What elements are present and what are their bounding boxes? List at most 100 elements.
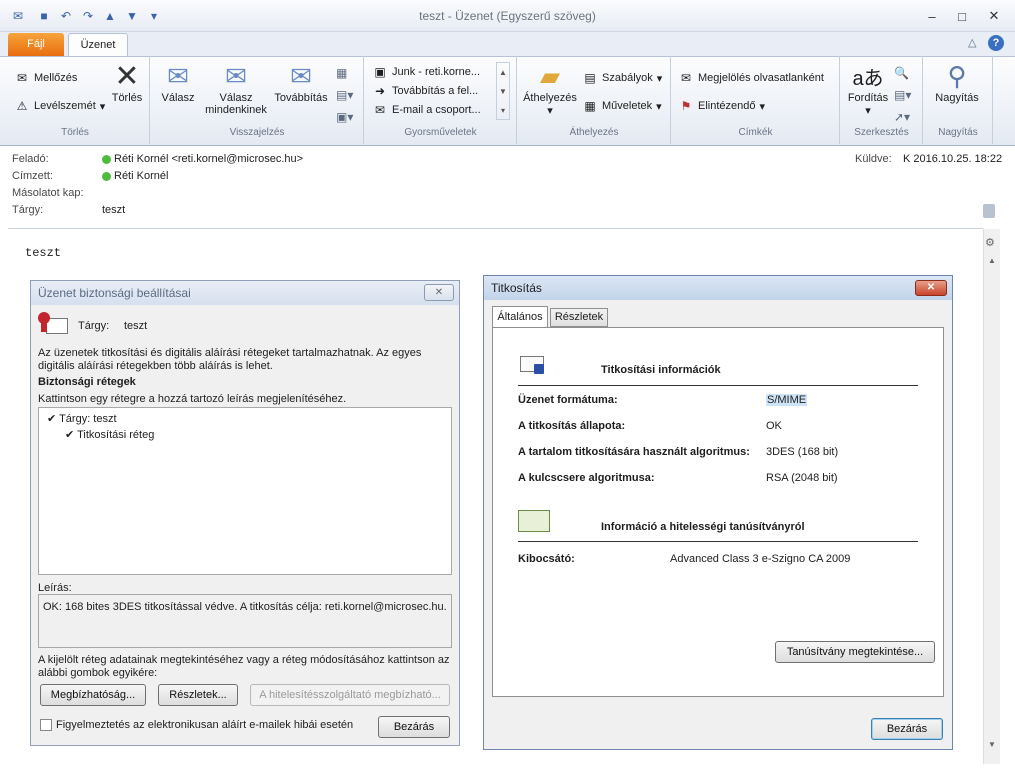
layers-tree[interactable]: ✔ Tárgy: teszt ✔ Titkosítási réteg — [38, 407, 452, 575]
body-text: teszt — [25, 246, 62, 260]
divider — [518, 385, 918, 386]
respond-more-icons[interactable]: ▦ ▤▾ ▣▾ — [336, 62, 353, 128]
sec-intro: Az üzenetek titkosítási és digitális alá… — [38, 347, 456, 373]
translate-button[interactable]: aあ Fordítás ▾ — [844, 60, 892, 118]
tab-message[interactable]: Üzenet — [68, 33, 128, 57]
help-icon[interactable]: ? — [988, 35, 1004, 51]
rules-icon: ▤ — [584, 71, 596, 85]
tab-details[interactable]: Részletek — [550, 308, 608, 327]
sec-subject-label: Tárgy: — [78, 320, 110, 332]
encryption-info-heading: Titkosítási információk — [601, 364, 721, 376]
to-value[interactable]: Réti Kornél — [102, 170, 168, 182]
security-close-button[interactable]: Bezárás — [378, 716, 450, 738]
delete-button[interactable]: ✕ Törlés — [106, 59, 148, 105]
rules-button[interactable]: ▤ Szabályok ▾ — [582, 70, 662, 86]
encryption-lock-icon — [520, 354, 546, 376]
tab-file[interactable]: Fájl — [8, 33, 64, 56]
quick-step-item[interactable]: ✉ E-mail a csoport... — [372, 100, 500, 119]
description-text: OK: 168 bites 3DES titkosítással védve. … — [43, 601, 447, 613]
quick-step-label: Továbbítás a fel... — [392, 84, 479, 97]
scroll-up-icon[interactable]: ▲ — [985, 256, 999, 268]
dropdown-icon: ▾ — [865, 105, 871, 117]
dropdown-icon: ▾ — [656, 72, 663, 85]
warn-checkbox[interactable] — [40, 719, 52, 731]
reply-all-label-1: Válasz — [219, 92, 253, 104]
move-button[interactable]: ▰ Áthelyezés ▾ — [522, 60, 578, 118]
tree-item-encryption-layer[interactable]: ✔ Titkosítási réteg — [65, 428, 154, 441]
minimize-button[interactable]: – — [918, 6, 946, 26]
sec-intro-line: Az üzenetek titkosítási és digitális alá… — [38, 347, 422, 359]
delete-label: Törlés — [111, 92, 143, 104]
dropdown-icon: ▾ — [656, 100, 662, 113]
trust-button[interactable]: Megbízhatóság... — [40, 684, 146, 706]
layers-hint: Kattintson egy rétegre a hozzá tartozó l… — [38, 393, 347, 405]
actions-label: Műveletek — [602, 100, 653, 112]
forward-step-icon: ➜ — [374, 83, 386, 98]
encryption-dialog-close-button[interactable]: ✕ — [915, 280, 947, 296]
to-text: Réti Kornél — [114, 170, 169, 182]
scroll-down-icon[interactable]: ▼ — [985, 740, 999, 752]
reply-button[interactable]: ✉ Válasz — [156, 60, 200, 105]
ca-trust-button[interactable]: A hitelesítésszolgáltató megbízható... — [250, 684, 450, 706]
ignore-button[interactable]: ✉ Mellőzés — [14, 70, 77, 86]
mark-unread-button[interactable]: ✉ Megjelölés olvasatlanként — [678, 70, 824, 86]
key-exchange-value: RSA (2048 bit) — [766, 472, 838, 484]
dropdown-icon: ▾ — [547, 105, 553, 117]
details-button[interactable]: Részletek... — [158, 684, 238, 706]
status-label: A titkosítás állapota: — [518, 420, 626, 432]
edit-more-icons[interactable]: 🔍 ▤▾ ➚▾ — [894, 62, 911, 128]
buttons-hint: A kijelölt réteg adatainak megtekintéséh… — [38, 654, 456, 680]
sent-value: K 2016.10.25. 18:22 — [903, 153, 1003, 165]
encryption-close-button[interactable]: Bezárás — [871, 718, 943, 740]
delete-x-icon: ✕ — [114, 59, 140, 93]
dropdown-icon: ▾ — [99, 100, 106, 113]
certificate-info-heading: Információ a hitelességi tanúsítványról — [601, 521, 805, 533]
minimize-ribbon-icon[interactable]: △ — [968, 36, 976, 49]
email-group-icon: ✉ — [374, 102, 386, 117]
quick-step-label: E-mail a csoport... — [392, 103, 481, 116]
quick-step-item[interactable]: ➜ Továbbítás a fel... — [372, 81, 500, 100]
close-button[interactable]: ✕ — [980, 6, 1008, 26]
warn-checkbox-label: Figyelmeztetés az elektronikusan aláírt … — [56, 719, 354, 731]
subject-label: Tárgy: — [12, 204, 44, 216]
forward-button[interactable]: ✉ Továbbítás — [270, 60, 332, 105]
follow-up-button[interactable]: ⚑ Elintézendő ▾ — [678, 98, 765, 114]
sent-label: Küldve: — [855, 153, 892, 165]
reply-all-button[interactable]: ✉ Válasz mindenkinek — [200, 60, 272, 117]
from-value[interactable]: Réti Kornél <reti.kornel@microsec.hu> — [102, 153, 303, 165]
sec-intro-line: digitális aláírási rétegekben több aláír… — [38, 360, 273, 372]
move-label: Áthelyezés — [523, 92, 577, 104]
zoom-button[interactable]: ⚲ Nagyítás — [926, 60, 988, 105]
quick-steps-scroll[interactable]: ▲ ▼ ▾ — [496, 62, 510, 120]
lock-icon[interactable] — [983, 204, 995, 218]
issuer-label: Kibocsátó: — [518, 553, 575, 565]
security-icon[interactable]: ⚙ — [985, 236, 995, 249]
actions-button[interactable]: ▦ Műveletek ▾ — [582, 98, 662, 114]
quick-step-item[interactable]: ▣ Junk - reti.korne... — [372, 62, 500, 81]
check-icon: ✔ — [47, 413, 57, 425]
format-label: Üzenet formátuma: — [518, 394, 618, 406]
sec-subject-value: teszt — [124, 320, 148, 332]
certificate-icon — [518, 510, 550, 532]
security-dialog-close-button[interactable]: ✕ — [424, 284, 454, 301]
reply-icon: ✉ — [167, 60, 189, 91]
security-dialog-title: Üzenet biztonsági beállításai — [31, 281, 459, 305]
magnifier-icon: ⚲ — [947, 60, 967, 91]
tree-item-subject[interactable]: ✔ Tárgy: teszt — [47, 412, 117, 425]
presence-icon — [102, 171, 111, 181]
quick-steps-list: ▣ Junk - reti.korne... ➜ Továbbítás a fel.… — [372, 62, 500, 120]
actions-icon: ▦ — [584, 99, 596, 113]
maximize-button[interactable]: □ — [948, 6, 976, 26]
zoom-label: Nagyítás — [935, 92, 979, 104]
group-label-quick: Gyorsműveletek — [404, 127, 477, 138]
junk-button[interactable]: ⚠ Levélszemét ▾ — [14, 98, 106, 114]
certificate-envelope-icon — [38, 312, 68, 338]
format-value[interactable]: S/MIME — [766, 394, 808, 406]
junk-folder-icon: ▣ — [374, 64, 386, 79]
vertical-scrollbar[interactable] — [983, 229, 1000, 764]
junk-icon: ⚠ — [16, 99, 28, 113]
divider — [518, 541, 918, 542]
folder-move-icon: ▰ — [540, 60, 560, 91]
view-certificate-button[interactable]: Tanúsítvány megtekintése... — [775, 641, 935, 663]
tab-general[interactable]: Általános — [492, 306, 548, 328]
